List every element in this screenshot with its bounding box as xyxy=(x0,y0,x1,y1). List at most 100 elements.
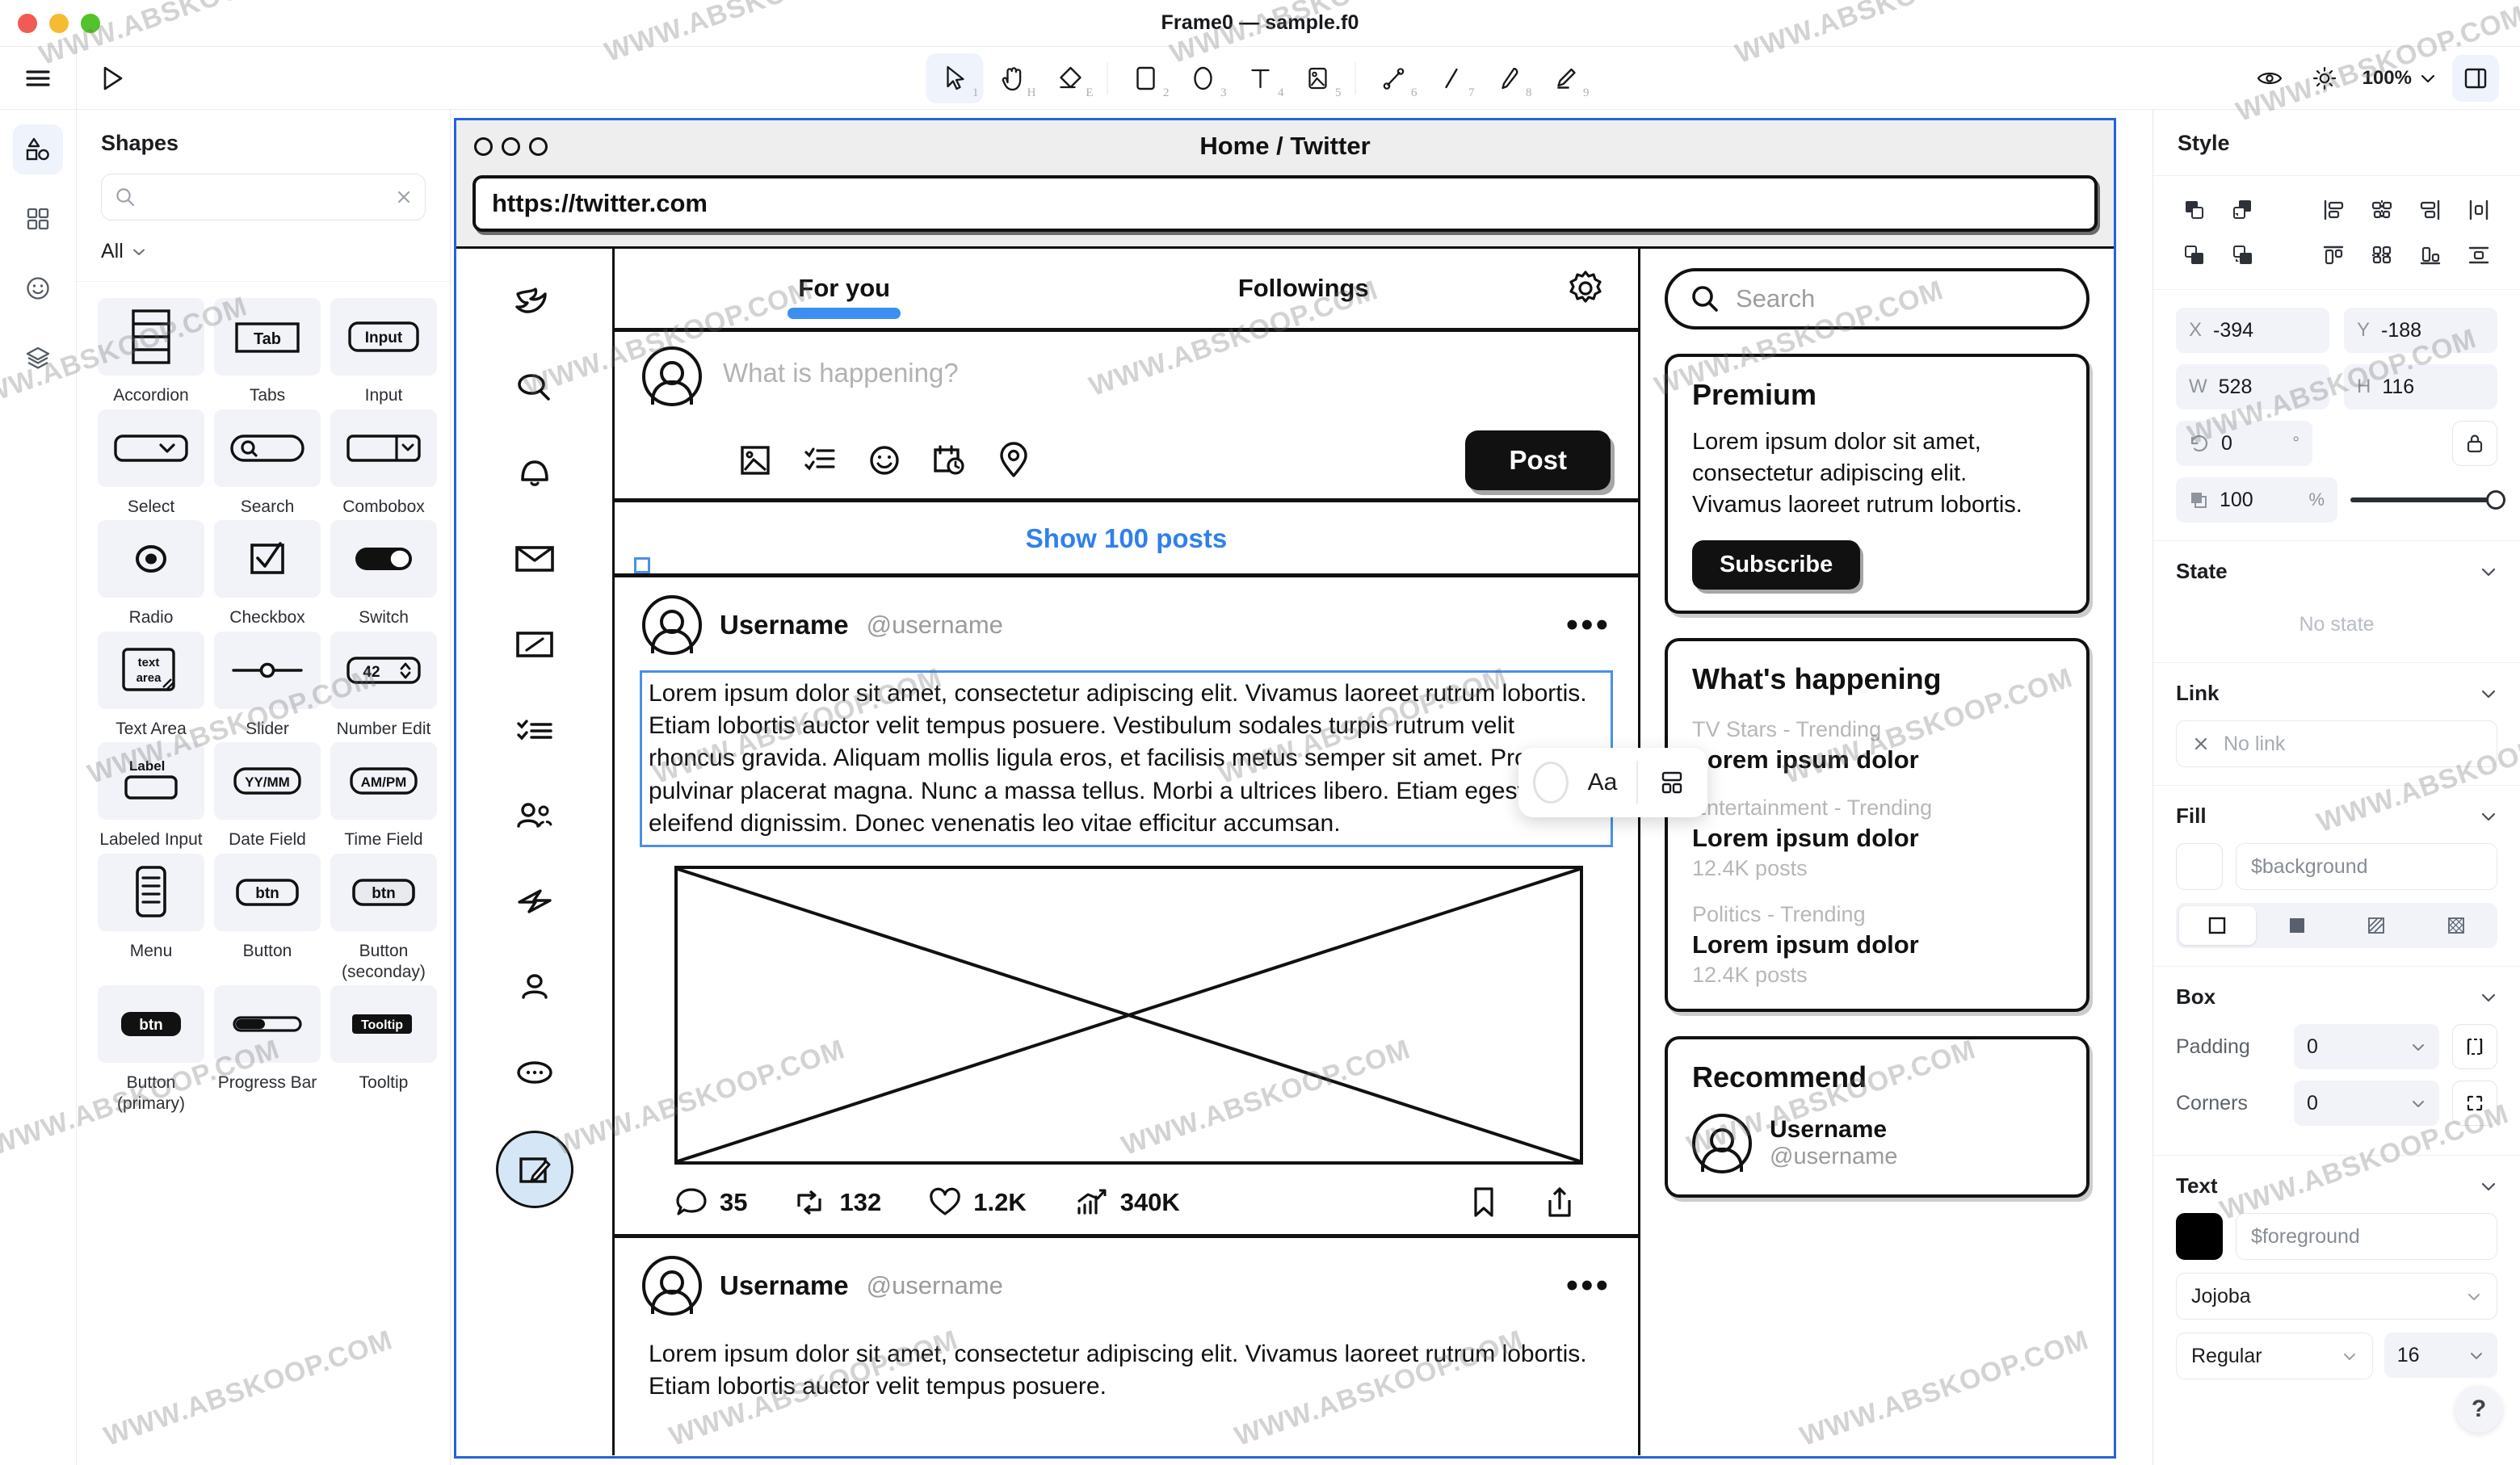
rotation-field[interactable]: 0 ° xyxy=(2176,421,2312,466)
shape-item-slider[interactable]: Slider xyxy=(214,631,321,740)
shape-item-switch[interactable]: Switch xyxy=(330,520,437,628)
shape-item-time-field[interactable]: AM/PM Time Field xyxy=(330,742,437,850)
chevron-down-icon[interactable] xyxy=(2480,992,2497,1003)
tweet-item[interactable]: Username @username ••• Lorem ipsum dolor… xyxy=(615,1238,1638,1408)
twitter-lists-icon[interactable] xyxy=(504,699,565,761)
composer-location-button[interactable] xyxy=(981,442,1046,479)
chevron-down-icon[interactable] xyxy=(2480,811,2497,822)
browser-url-bar[interactable]: https://twitter.com xyxy=(472,175,2098,232)
y-position-field[interactable]: Y -188 xyxy=(2344,308,2497,353)
distribute-horizontal-button[interactable] xyxy=(2460,194,2497,226)
clear-search-icon[interactable] xyxy=(394,187,414,207)
bring-forward-button[interactable] xyxy=(2224,194,2262,226)
twitter-profile-person-icon[interactable] xyxy=(504,956,565,1018)
fill-style-none-button[interactable] xyxy=(2179,906,2256,945)
twitter-search-box[interactable]: Search xyxy=(1665,268,2090,330)
align-left-button[interactable] xyxy=(2315,194,2352,226)
tweet-media-placeholder[interactable] xyxy=(674,865,1583,1165)
tweet-body-text[interactable]: Lorem ipsum dolor sit amet, consectetur … xyxy=(640,670,1613,847)
show-posts-link[interactable]: Show 100 posts xyxy=(615,502,1638,573)
bookmark-button[interactable] xyxy=(1470,1186,1497,1219)
recommend-user-row[interactable]: Username @username xyxy=(1692,1113,2062,1173)
shape-item-labeled-input[interactable]: Label Labeled Input xyxy=(98,742,204,850)
padding-sides-button[interactable] xyxy=(2452,1024,2497,1069)
twitter-compose-button[interactable] xyxy=(495,1131,573,1208)
fill-style-hatch-button[interactable] xyxy=(2338,906,2415,945)
font-family-select[interactable]: Jojoba xyxy=(2176,1273,2497,1320)
font-weight-select[interactable]: Regular xyxy=(2176,1333,2373,1379)
rail-item-shapes[interactable] xyxy=(13,124,63,174)
rail-item-layers[interactable] xyxy=(13,333,63,383)
text-color-field[interactable]: $foreground xyxy=(2236,1213,2497,1260)
twitter-messages-mail-icon[interactable] xyxy=(504,528,565,590)
tweet-more-button[interactable]: ••• xyxy=(1566,607,1611,643)
connector-tool[interactable]: 6 xyxy=(1365,53,1422,103)
shape-item-button-secondary[interactable]: btn Button (seconday) xyxy=(330,854,437,982)
shape-item-search[interactable]: Search xyxy=(214,409,321,518)
shapes-search-box[interactable] xyxy=(101,174,426,220)
design-canvas[interactable]: Home / Twitter https://twitter.com For y… xyxy=(451,110,2152,1465)
distribute-vertical-button[interactable] xyxy=(2460,239,2497,271)
toggle-right-panel-button[interactable] xyxy=(2452,54,2499,102)
shape-item-button-primary[interactable]: btn Button (primary) xyxy=(98,985,204,1114)
preview-play-button[interactable] xyxy=(77,66,149,90)
shape-item-select[interactable]: Select xyxy=(98,409,204,518)
theme-toggle-button[interactable] xyxy=(2303,57,2346,100)
zoom-level-selector[interactable]: 100% xyxy=(2358,67,2441,90)
composer-placeholder[interactable]: What is happening? xyxy=(723,346,959,388)
fill-style-solid-button[interactable] xyxy=(2259,906,2336,945)
shape-item-tooltip[interactable]: Tooltip Tooltip xyxy=(330,985,437,1114)
shape-item-menu[interactable]: Menu xyxy=(98,854,204,982)
composer-image-button[interactable] xyxy=(723,443,788,478)
help-button[interactable]: ? xyxy=(2455,1386,2502,1433)
fill-value-field[interactable]: $background xyxy=(2236,843,2497,890)
text-color-swatch[interactable] xyxy=(2176,1213,2223,1260)
send-backward-button[interactable] xyxy=(2176,239,2213,271)
rectangle-tool[interactable]: 2 xyxy=(1117,53,1174,103)
twitter-bird-icon[interactable] xyxy=(504,271,565,333)
rail-item-icons[interactable] xyxy=(13,263,63,313)
chevron-down-icon[interactable] xyxy=(2480,1181,2497,1192)
retweet-button[interactable]: 132 xyxy=(794,1187,881,1218)
shape-item-checkbox[interactable]: Checkbox xyxy=(214,520,321,628)
image-tool[interactable]: 5 xyxy=(1289,53,1346,103)
shape-item-radio[interactable]: Radio xyxy=(98,520,204,628)
padding-select[interactable]: 0 xyxy=(2294,1024,2439,1069)
align-bottom-button[interactable] xyxy=(2412,239,2449,271)
align-top-button[interactable] xyxy=(2315,239,2352,271)
share-button[interactable] xyxy=(1544,1186,1575,1219)
format-text-button[interactable]: Aa xyxy=(1581,769,1623,796)
lock-aspect-button[interactable] xyxy=(2452,421,2497,466)
link-field[interactable]: No link xyxy=(2176,720,2497,767)
highlighter-tool[interactable]: 9 xyxy=(1537,53,1594,103)
align-middle-button[interactable] xyxy=(2363,239,2400,271)
views-button[interactable]: 340K xyxy=(1073,1187,1180,1218)
trend-item[interactable]: TV Stars - Trending Lorem ipsum dolor xyxy=(1692,717,2062,774)
like-button[interactable]: 1.2K xyxy=(928,1187,1027,1218)
visibility-toggle-button[interactable] xyxy=(2248,57,2291,100)
close-icon[interactable] xyxy=(2191,734,2211,753)
format-color-swatch[interactable] xyxy=(1533,762,1569,804)
fill-color-swatch[interactable] xyxy=(2176,843,2223,890)
timeline-settings-button[interactable] xyxy=(1533,267,1638,309)
shape-item-date-field[interactable]: YY/MM Date Field xyxy=(214,742,321,850)
x-position-field[interactable]: X -394 xyxy=(2176,308,2329,353)
align-center-horizontal-button[interactable] xyxy=(2363,194,2400,226)
select-tool[interactable]: 1 xyxy=(926,52,984,103)
shape-item-accordion[interactable]: Accordion xyxy=(98,298,204,406)
shape-item-button[interactable]: btn Button xyxy=(214,854,321,982)
tweet-more-button[interactable]: ••• xyxy=(1566,1267,1611,1303)
reply-button[interactable]: 35 xyxy=(674,1186,747,1219)
shape-item-text-area[interactable]: text area Text Area xyxy=(98,631,204,740)
text-tool[interactable]: 4 xyxy=(1232,53,1289,103)
subscribe-button[interactable]: Subscribe xyxy=(1692,539,1861,590)
tab-followings[interactable]: Followings xyxy=(1074,274,1534,303)
frame-twitter-home[interactable]: Home / Twitter https://twitter.com For y… xyxy=(454,118,2116,1459)
line-tool[interactable]: 7 xyxy=(1422,53,1480,103)
post-button[interactable]: Post xyxy=(1465,430,1611,490)
composer-emoji-button[interactable] xyxy=(852,443,917,478)
tab-for-you[interactable]: For you xyxy=(615,274,1074,319)
composer-schedule-button[interactable] xyxy=(917,443,981,478)
height-field[interactable]: H 116 xyxy=(2344,364,2497,409)
twitter-search-icon[interactable] xyxy=(504,357,565,418)
